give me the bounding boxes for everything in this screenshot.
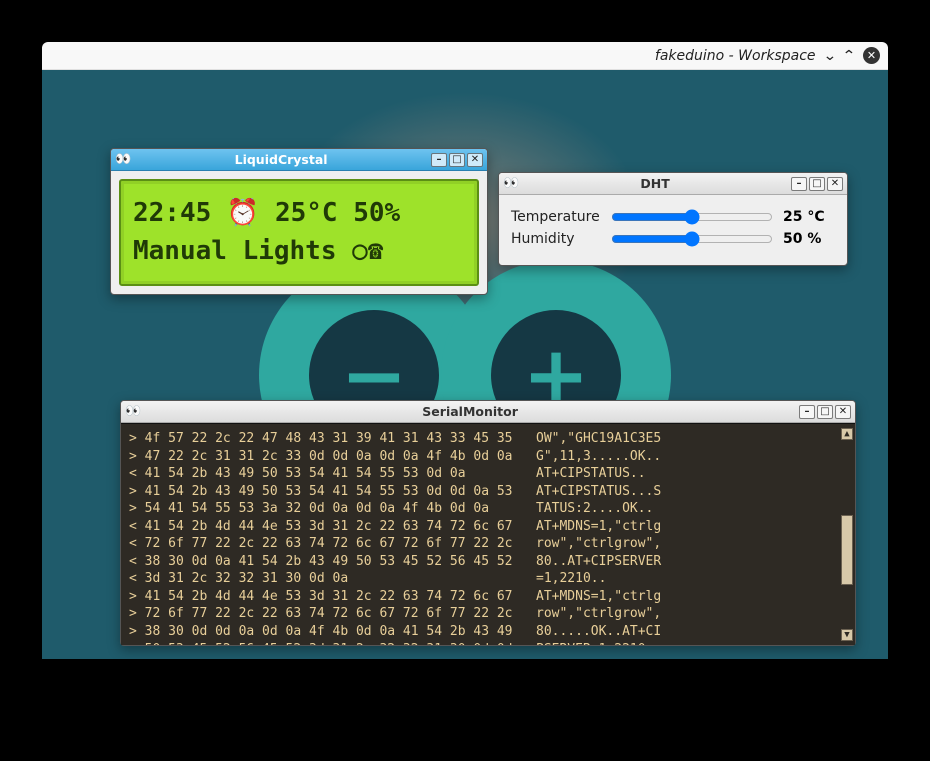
workspace-body: −+ 👀 LiquidCrystal – □ ✕ 22:45 ⏰ 25°C 50… [42,70,888,659]
liquidcrystal-window[interactable]: 👀 LiquidCrystal – □ ✕ 22:45 ⏰ 25°C 50% M… [110,148,488,295]
maximize-button[interactable]: □ [809,177,825,191]
serial-output[interactable]: > 4f 57 22 2c 22 47 48 43 31 39 41 31 43… [121,423,855,645]
maximize-button[interactable]: □ [449,153,465,167]
minimize-button[interactable]: – [791,177,807,191]
workspace-titlebar[interactable]: fakeduino - Workspace ⌄ ⌃ ✕ [42,42,888,70]
serialmonitor-window[interactable]: 👀 SerialMonitor – □ ✕ > 4f 57 22 2c 22 4… [120,400,856,646]
close-button[interactable]: ✕ [467,153,483,167]
close-button[interactable]: ✕ [835,405,851,419]
minimize-button[interactable]: – [799,405,815,419]
dht-window[interactable]: 👀 DHT – □ ✕ Temperature 25 °C Humidity 5 [498,172,848,266]
minimize-button[interactable]: – [431,153,447,167]
temperature-value: 25 °C [783,209,835,225]
lcd-body: 22:45 ⏰ 25°C 50% Manual Lights ○☎ [111,171,487,294]
app-icon: 👀 [125,405,141,418]
liquidcrystal-title: LiquidCrystal [135,152,427,167]
lcd-line-1: 22:45 ⏰ 25°C 50% [133,198,400,228]
scroll-up-button[interactable]: ▲ [841,428,853,440]
lcd-line-2: Manual Lights ○☎ [133,236,383,266]
humidity-row: Humidity 50 % [511,231,835,247]
dht-body: Temperature 25 °C Humidity 50 % [499,195,847,265]
chevron-down-icon[interactable]: ⌄ [822,48,836,64]
liquidcrystal-titlebar[interactable]: 👀 LiquidCrystal – □ ✕ [111,149,487,171]
close-icon[interactable]: ✕ [863,47,880,64]
scroll-down-button[interactable]: ▼ [841,629,853,641]
temperature-label: Temperature [511,209,601,225]
humidity-value: 50 % [783,231,835,247]
chevron-up-icon[interactable]: ⌃ [842,48,856,64]
lcd-screen: 22:45 ⏰ 25°C 50% Manual Lights ○☎ [119,179,479,286]
humidity-slider[interactable] [611,231,773,247]
close-button[interactable]: ✕ [827,177,843,191]
humidity-label: Humidity [511,231,601,247]
app-icon: 👀 [503,177,519,190]
workspace-title: fakeduino - Workspace [655,48,816,64]
dht-titlebar[interactable]: 👀 DHT – □ ✕ [499,173,847,195]
scroll-thumb[interactable] [841,515,853,585]
serialmonitor-title: SerialMonitor [145,404,795,419]
serialmonitor-titlebar[interactable]: 👀 SerialMonitor – □ ✕ [121,401,855,423]
maximize-button[interactable]: □ [817,405,833,419]
temperature-row: Temperature 25 °C [511,209,835,225]
temperature-slider[interactable] [611,209,773,225]
dht-title: DHT [523,176,787,191]
workspace-window: fakeduino - Workspace ⌄ ⌃ ✕ −+ 👀 LiquidC… [42,42,888,659]
app-icon: 👀 [115,153,131,166]
